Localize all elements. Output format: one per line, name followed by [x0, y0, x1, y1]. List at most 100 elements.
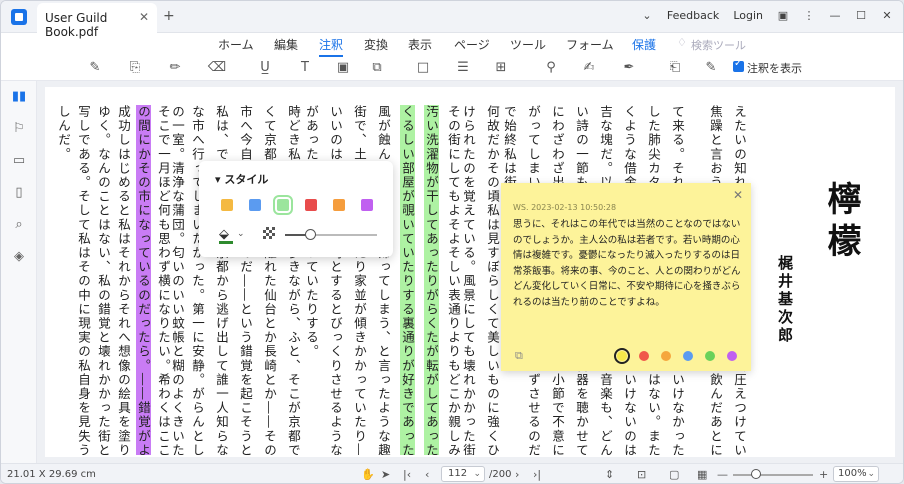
hand-tool-icon[interactable]: ✋	[361, 468, 375, 481]
two-page-icon[interactable]: ▢	[669, 468, 679, 481]
zoom-slider-handle[interactable]	[751, 469, 761, 479]
text-column: な市へ行ってしまいたかった。第一に安静。がらんとした旅館	[190, 105, 205, 455]
eraser-icon[interactable]: ⌫	[207, 59, 227, 77]
feedback-link[interactable]: Feedback	[667, 9, 719, 22]
next-page-icon[interactable]: ›	[515, 468, 519, 481]
zoom-in-icon[interactable]: +	[819, 468, 828, 481]
chevron-down-icon[interactable]: ⌄	[641, 9, 653, 22]
text-column: 私は、できることなら京都から逃げ出して誰一人知らないよう	[214, 105, 229, 455]
opacity-slider-handle[interactable]	[305, 229, 316, 240]
maximize-icon[interactable]: ☐	[855, 9, 867, 22]
text-column: くて京都から何百里も離れた仙台とか長崎とか――そのような	[262, 105, 277, 455]
note-color-red[interactable]	[639, 351, 649, 361]
document-tab[interactable]: User Guild Book.pdf ✕	[37, 3, 157, 39]
note-body[interactable]: 思うに、それはこの年代では当然のことなのではないのでしょうか。主人公の私は若者で…	[513, 217, 741, 310]
attachment-icon[interactable]: ⎗	[665, 59, 685, 77]
green-highlight[interactable]: くるしい部屋が覗いていたりする裏通りが好きであった。雨や	[400, 105, 415, 455]
grid-view-icon[interactable]: ▦	[697, 468, 707, 481]
more-options-icon[interactable]: ⋮	[803, 9, 815, 22]
zoom-out-icon[interactable]: —	[717, 468, 728, 481]
swatch-purple[interactable]	[361, 199, 373, 211]
page-number-input[interactable]: 112 ⌄	[441, 466, 485, 482]
swatch-blue[interactable]	[249, 199, 261, 211]
signature-icon[interactable]: ✍	[579, 59, 599, 77]
note-color-orange[interactable]	[661, 351, 671, 361]
zoom-dropdown-icon[interactable]: ⌄	[867, 467, 875, 481]
purple-highlight[interactable]: の間にかその市になっているのだったら。――錯覚がようやく	[136, 105, 151, 455]
menu-search-tools[interactable]: 検索ツール	[691, 37, 746, 53]
text-column: の間にかその市になっているのだったら。――錯覚がようやく	[135, 105, 151, 455]
notification-icon[interactable]: ▣	[777, 9, 789, 22]
menu-annotate[interactable]: 注釈	[319, 36, 344, 57]
tab-close-icon[interactable]: ✕	[139, 10, 149, 24]
swatch-yellow[interactable]	[221, 199, 233, 211]
swatch-orange[interactable]	[333, 199, 345, 211]
text-column: の一室。清浄な蒲団。匂いのいい蚊帳と糊のよくきいた浴衣。	[170, 105, 185, 455]
minimize-icon[interactable]: —	[829, 9, 841, 22]
menu-tools[interactable]: ツール	[510, 36, 546, 53]
close-window-icon[interactable]: ✕	[881, 9, 893, 22]
note-close-icon[interactable]: ✕	[733, 188, 743, 202]
copy-icon[interactable]: ⧉	[515, 349, 523, 363]
app-window: User Guild Book.pdf ✕ + ⌄ Feedback Login…	[0, 0, 904, 484]
menu-view[interactable]: 表示	[408, 36, 432, 53]
fit-width-icon[interactable]: ⊡	[637, 468, 646, 481]
login-link[interactable]: Login	[733, 9, 763, 22]
fit-page-icon[interactable]: ⇕	[605, 468, 614, 481]
text-column: 時どき私はそんな路を歩きながら、ふと、そこが京都ではな	[286, 105, 301, 455]
note-color-blue[interactable]	[683, 351, 693, 361]
note-color-yellow-selected[interactable]	[614, 348, 630, 364]
page-size: 21.01 X 29.69 cm	[7, 469, 96, 480]
highlight-icon[interactable]: ✎	[85, 59, 105, 77]
swatch-green-selected[interactable]	[273, 195, 293, 215]
last-page-icon[interactable]: ›|	[533, 468, 541, 481]
stamp-icon[interactable]: ⚲	[541, 59, 561, 77]
note-color-green[interactable]	[705, 351, 715, 361]
fill-color-icon[interactable]: ⬙	[219, 227, 229, 242]
new-tab-icon[interactable]: +	[163, 8, 175, 24]
sign-icon[interactable]: ✒	[619, 59, 639, 77]
show-annotations-checkbox[interactable]	[733, 58, 744, 72]
caret-down-icon[interactable]: ▾	[215, 173, 224, 186]
text-icon[interactable]: T	[295, 59, 315, 77]
select-tool-icon[interactable]: ➤	[381, 468, 390, 481]
measure-icon[interactable]: ⊞	[491, 59, 511, 77]
textbox-icon[interactable]: ▣	[333, 59, 353, 77]
fill-dropdown-icon[interactable]: ⌄	[237, 229, 245, 239]
bookmark-icon[interactable]: ⚐	[11, 121, 27, 137]
comment-icon[interactable]: ☰	[453, 59, 473, 77]
attachments-icon[interactable]: ▯	[11, 185, 27, 201]
layers-icon[interactable]: ◈	[11, 249, 27, 265]
search-tools-icon[interactable]: ♢	[677, 36, 687, 49]
menu-convert[interactable]: 変換	[364, 36, 388, 53]
callout-icon[interactable]: ⧉	[367, 59, 387, 77]
menu-form[interactable]: フォーム	[566, 36, 614, 53]
note-list-icon[interactable]: ✎	[701, 59, 721, 77]
zoom-slider-track[interactable]	[733, 474, 813, 476]
annotation-toolbar: ✎ ⎘ ✏ ⌫ U̲ T ▣ ⧉ □ ☰ ⊞ ⚲ ✍ ✒ ⎗ ✎ 注釈を表示	[1, 55, 903, 81]
pencil-icon[interactable]: ✏	[165, 59, 185, 77]
search-icon[interactable]: ⌕	[11, 217, 27, 233]
menu-home[interactable]: ホーム	[218, 36, 254, 53]
menu-protect[interactable]: 保護	[632, 36, 656, 53]
page-dropdown-icon[interactable]: ⌄	[473, 467, 481, 481]
text-column: しんだ。	[56, 105, 71, 162]
green-highlight[interactable]: 汚い洗濯物が干してあったりがらくたが転がしてあったりむさ	[424, 105, 439, 455]
prev-page-icon[interactable]: ‹	[425, 468, 429, 481]
zoom-level-input[interactable]: 100% ⌄	[833, 466, 879, 482]
title-bar: User Guild Book.pdf ✕ + ⌄ Feedback Login…	[1, 1, 903, 39]
text-column: 風が蝕んでやがて土に帰ってしまう、と言ったような趣きのある	[376, 105, 391, 455]
sticky-note[interactable]: ✕ WS. 2023-02-13 10:50:28 思うに、それはこの年代では当…	[501, 183, 751, 371]
menu-page[interactable]: ページ	[454, 36, 490, 53]
underline-icon[interactable]: U̲	[255, 59, 275, 77]
style-header: ▾ スタイル	[215, 171, 268, 187]
comments-icon[interactable]: ▭	[11, 153, 27, 169]
shape-icon[interactable]: □	[413, 59, 433, 77]
swatch-red[interactable]	[305, 199, 317, 211]
text-column: ゆく。なんのことはない、私の錯覚と壊れかかった街との二重	[96, 105, 111, 455]
first-page-icon[interactable]: |‹	[403, 468, 411, 481]
menu-edit[interactable]: 編集	[274, 36, 298, 53]
area-highlight-icon[interactable]: ⎘	[125, 59, 145, 77]
thumbnails-icon[interactable]: ▮▮	[11, 89, 27, 105]
note-color-purple[interactable]	[727, 351, 737, 361]
